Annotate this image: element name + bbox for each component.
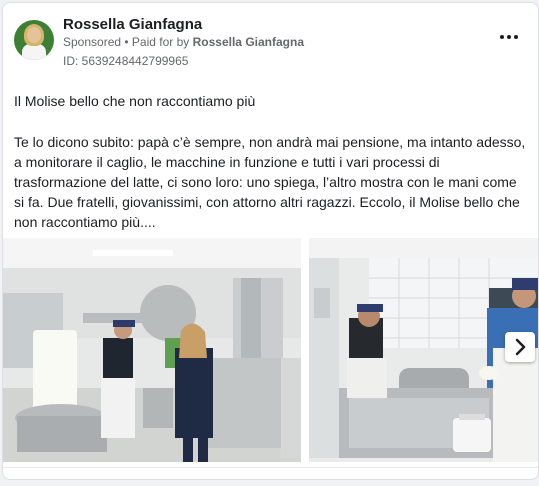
sponsored-line: Sponsored • Paid for by Rossella Gianfag… [63, 35, 304, 49]
cheese-factory-photo [3, 238, 301, 462]
carousel-next-button[interactable] [505, 332, 535, 362]
ad-card: Rossella Gianfagna Sponsored • Paid for … [2, 2, 539, 480]
carousel-image[interactable] [309, 238, 538, 462]
more-dot [507, 35, 511, 39]
paid-for-name[interactable]: Rossella Gianfagna [193, 35, 304, 49]
card-footer [3, 467, 538, 479]
avatar-face [27, 27, 41, 43]
ad-headline: Il Molise bello che non raccontiamo più [14, 93, 256, 109]
avatar-body [22, 44, 46, 60]
chevron-right-icon [515, 338, 526, 356]
carousel-image[interactable] [3, 238, 301, 462]
workers-vat-photo [309, 238, 538, 462]
more-options-icon[interactable] [499, 32, 519, 42]
library-id: ID: 5639248442799965 [63, 54, 189, 68]
ad-body: Te lo dicono subito: papà c’è sempre, no… [14, 134, 526, 230]
more-dot [514, 35, 518, 39]
sponsored-label: Sponsored [63, 35, 122, 49]
image-carousel[interactable] [3, 238, 538, 462]
advertiser-avatar[interactable] [14, 20, 54, 60]
more-dot [500, 35, 504, 39]
paid-for-prefix: • Paid for by [121, 35, 193, 49]
advertiser-name[interactable]: Rossella Gianfagna [63, 16, 202, 33]
